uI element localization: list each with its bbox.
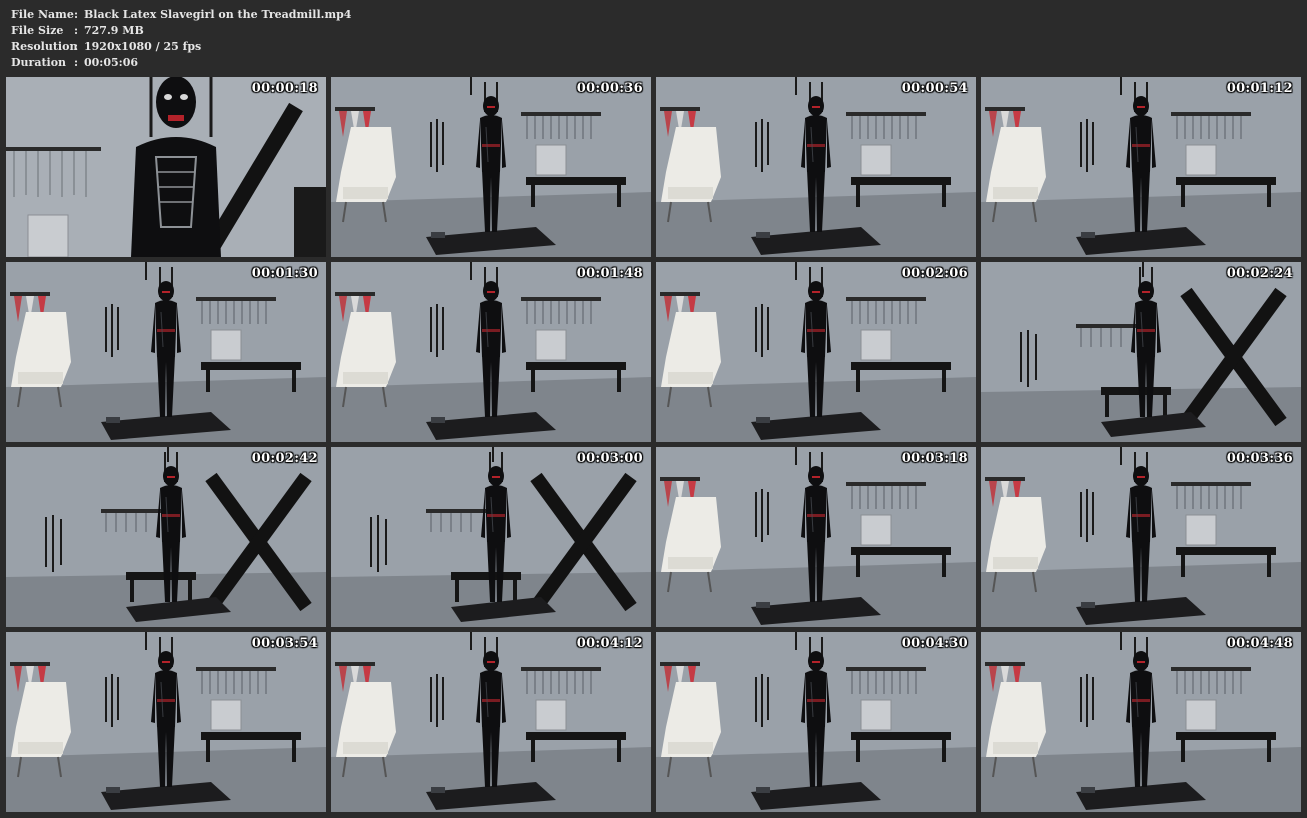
resolution-row: Resolution : 1920x1080 / 25 fps: [11, 39, 351, 55]
thumbnail-image: [6, 262, 326, 442]
duration-label: Duration: [11, 56, 67, 69]
file-name-separator: :: [74, 8, 79, 21]
thumbnail-timestamp: 00:03:36: [1226, 451, 1293, 466]
resolution-label: Resolution: [11, 40, 78, 53]
thumbnail-image: [6, 77, 326, 257]
thumbnail-grid: 00:00:18 00:00:36 00:00:54 00:01:12 00:0…: [6, 77, 1303, 813]
duration-separator: :: [74, 56, 79, 69]
file-size-separator: :: [74, 24, 79, 37]
thumbnail-image: [656, 77, 976, 257]
thumbnail-timestamp: 00:02:06: [901, 266, 968, 281]
thumbnail-timestamp: 00:02:42: [251, 451, 318, 466]
video-thumbnail[interactable]: 00:00:18: [6, 77, 326, 257]
thumbnail-image: [656, 632, 976, 812]
thumbnail-timestamp: 00:01:48: [576, 266, 643, 281]
video-thumbnail[interactable]: 00:03:54: [6, 632, 326, 812]
thumbnail-timestamp: 00:03:00: [576, 451, 643, 466]
duration-row: Duration : 00:05:06: [11, 55, 351, 71]
thumbnail-timestamp: 00:03:18: [901, 451, 968, 466]
video-thumbnail[interactable]: 00:02:06: [656, 262, 976, 442]
resolution-separator: :: [74, 40, 79, 53]
video-thumbnail[interactable]: 00:03:36: [981, 447, 1301, 627]
video-thumbnail[interactable]: 00:01:48: [331, 262, 651, 442]
file-size-label: File Size: [11, 24, 64, 37]
duration-value: 00:05:06: [84, 56, 139, 69]
file-name-row: File Name : Black Latex Slavegirl on the…: [11, 7, 351, 23]
thumbnail-image: [331, 447, 651, 627]
video-thumbnail[interactable]: 00:04:48: [981, 632, 1301, 812]
file-name-label: File Name: [11, 8, 74, 21]
file-size-row: File Size : 727.9 MB: [11, 23, 351, 39]
video-thumbnail[interactable]: 00:03:00: [331, 447, 651, 627]
video-thumbnail[interactable]: 00:03:18: [656, 447, 976, 627]
thumbnail-timestamp: 00:00:54: [901, 81, 968, 96]
thumbnail-image: [656, 447, 976, 627]
thumbnail-timestamp: 00:01:30: [251, 266, 318, 281]
video-thumbnail[interactable]: 00:01:12: [981, 77, 1301, 257]
thumbnail-timestamp: 00:00:18: [251, 81, 318, 96]
video-thumbnail[interactable]: 00:00:36: [331, 77, 651, 257]
thumbnail-image: [981, 77, 1301, 257]
thumbnail-timestamp: 00:03:54: [251, 636, 318, 651]
video-thumbnail[interactable]: 00:04:12: [331, 632, 651, 812]
thumbnail-image: [656, 262, 976, 442]
video-thumbnail[interactable]: 00:02:42: [6, 447, 326, 627]
thumbnail-timestamp: 00:01:12: [1226, 81, 1293, 96]
file-size-value: 727.9 MB: [84, 24, 144, 37]
thumbnail-timestamp: 00:04:48: [1226, 636, 1293, 651]
thumbnail-timestamp: 00:00:36: [576, 81, 643, 96]
thumbnail-image: [981, 262, 1301, 442]
video-thumbnail[interactable]: 00:04:30: [656, 632, 976, 812]
video-thumbnail[interactable]: 00:00:54: [656, 77, 976, 257]
thumbnail-timestamp: 00:04:30: [901, 636, 968, 651]
thumbnail-timestamp: 00:04:12: [576, 636, 643, 651]
thumbnail-image: [6, 447, 326, 627]
thumbnail-timestamp: 00:02:24: [1226, 266, 1293, 281]
video-thumbnail[interactable]: 00:01:30: [6, 262, 326, 442]
thumbnail-image: [981, 447, 1301, 627]
thumbnail-image: [331, 262, 651, 442]
video-thumbnail[interactable]: 00:02:24: [981, 262, 1301, 442]
file-name-value: Black Latex Slavegirl on the Treadmill.m…: [84, 8, 352, 21]
thumbnail-image: [981, 632, 1301, 812]
resolution-value: 1920x1080 / 25 fps: [84, 40, 202, 53]
file-info-panel: File Name : Black Latex Slavegirl on the…: [11, 7, 351, 71]
thumbnail-image: [331, 632, 651, 812]
thumbnail-image: [331, 77, 651, 257]
thumbnail-image: [6, 632, 326, 812]
